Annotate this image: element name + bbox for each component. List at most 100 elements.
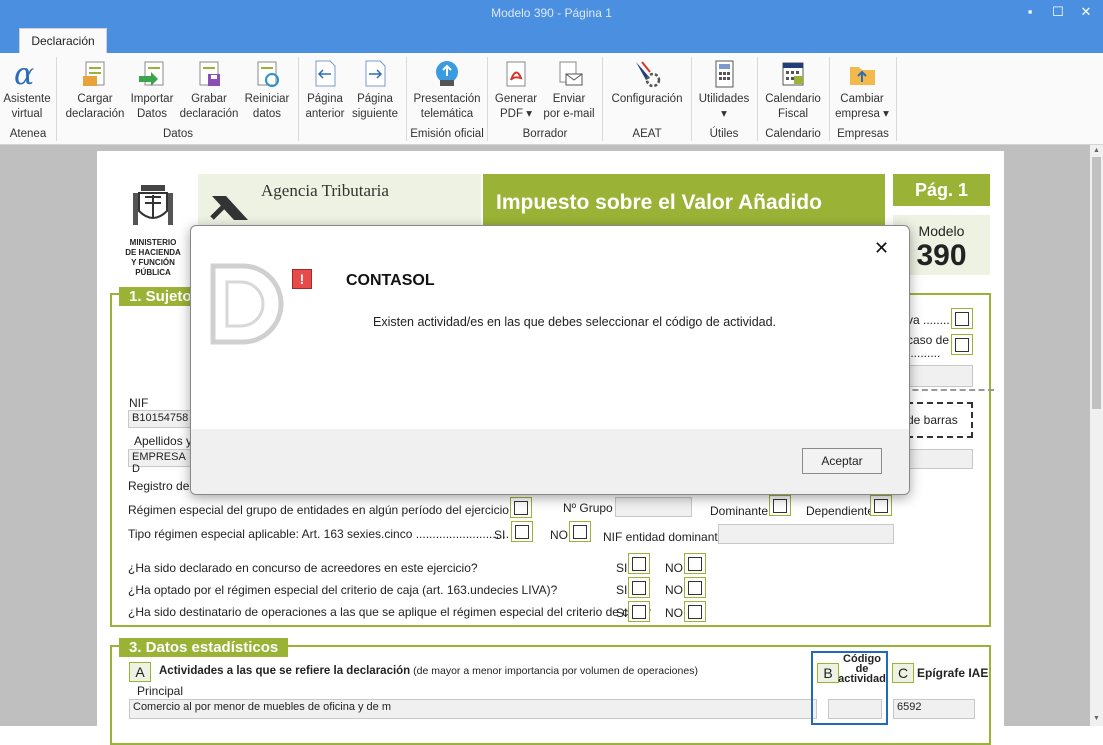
btn-label: Presentación: [413, 93, 481, 105]
calculator-icon: [709, 58, 739, 90]
apellidos-label: Apellidos y: [134, 434, 193, 448]
scrollbar-thumb[interactable]: [1092, 157, 1101, 409]
pagina-anterior-button[interactable]: Página anterior: [301, 58, 349, 122]
scroll-down-icon[interactable]: ▼: [1093, 715, 1100, 722]
grabar-declaracion-button[interactable]: Grabar declaración: [177, 58, 241, 122]
configuracion-button[interactable]: Configuración: [606, 58, 688, 107]
enviar-email-button[interactable]: Enviar por e-mail: [541, 58, 597, 122]
btn-label: Enviar: [552, 93, 586, 105]
close-icon[interactable]: ✕: [874, 238, 889, 259]
nif-dominante-field[interactable]: [718, 524, 894, 544]
btn-label: declaración: [65, 108, 125, 120]
group-label-utiles: Útiles: [709, 128, 739, 140]
group-label-calendario: Calendario: [765, 128, 821, 140]
reiniciar-datos-button[interactable]: Reiniciar datos: [242, 58, 292, 122]
cambiar-empresa-button[interactable]: Cambiar empresa ▾: [833, 58, 891, 122]
criterio-caja-si-checkbox[interactable]: [628, 577, 650, 598]
ministry-line: Y FUNCIÓN PÚBLICA: [131, 258, 175, 277]
activities-title: Actividades a las que se refiere la decl…: [159, 665, 411, 677]
separator: [298, 57, 299, 141]
dependiente-checkbox[interactable]: [870, 495, 892, 516]
ministry-label: MINISTERIO DE HACIENDA Y FUNCIÓN PÚBLICA: [113, 238, 193, 278]
right-fragment: caso de: [907, 333, 950, 347]
codigo-actividad-label: Código de actividad: [837, 654, 887, 685]
btn-label: datos: [252, 108, 282, 120]
concurso-no-checkbox[interactable]: [684, 553, 706, 574]
nif-label: NIF: [129, 396, 149, 410]
separator: [56, 57, 57, 141]
right-field[interactable]: [907, 449, 973, 469]
question-concurso: ¿Ha sido declarado en concurso de acreed…: [128, 561, 478, 575]
btn-label: Cambiar: [840, 93, 884, 105]
si-label: SI: [616, 606, 628, 620]
btn-label: declaración: [179, 108, 239, 120]
codigo-actividad-field[interactable]: [828, 699, 882, 719]
arrow-left-page-icon: [310, 58, 340, 90]
separator: [757, 57, 758, 141]
cloud-upload-icon: [432, 58, 462, 90]
n-grupo-field[interactable]: [615, 497, 692, 517]
nif-field[interactable]: B10154758: [128, 410, 191, 428]
activity-field[interactable]: Comercio al por menor de muebles de ofic…: [129, 699, 817, 719]
cargar-declaracion-button[interactable]: Cargar declaración: [63, 58, 127, 122]
email-icon: [554, 58, 584, 90]
letter-b: B: [817, 663, 839, 683]
agency-name: Agencia Tributaria: [261, 181, 389, 200]
separator: [406, 57, 407, 141]
right-field[interactable]: [907, 365, 973, 387]
btn-label: Fiscal: [777, 108, 809, 120]
checkbox-right-2[interactable]: [951, 334, 973, 355]
maximize-icon[interactable]: ☐: [1047, 3, 1069, 23]
close-window-icon[interactable]: ✕: [1075, 3, 1097, 23]
dominante-label: Dominante: [710, 504, 769, 518]
tab-declaracion[interactable]: Declaración: [19, 28, 107, 53]
save-icon: [194, 58, 224, 90]
concurso-si-checkbox[interactable]: [628, 553, 650, 574]
scroll-up-icon[interactable]: ▲: [1093, 147, 1100, 154]
vertical-scrollbar[interactable]: ▲ ▼: [1090, 145, 1103, 726]
minimize-icon[interactable]: ▪: [1019, 3, 1041, 23]
folder-upload-icon: [847, 58, 877, 90]
dominante-checkbox[interactable]: [769, 495, 791, 516]
asistente-virtual-button[interactable]: α Asistente virtual: [2, 57, 52, 122]
barcode-label: de barras: [907, 413, 958, 427]
separator: [602, 57, 603, 141]
title-bar: Modelo 390 - Página 1 ▪ ☐ ✕: [0, 0, 1103, 27]
checkbox-right-1[interactable]: [951, 308, 973, 329]
empresa-field[interactable]: EMPRESA D: [128, 449, 191, 475]
destinatario-no-checkbox[interactable]: [684, 601, 706, 622]
btn-label: Grabar: [191, 93, 227, 105]
group-label-empresas: Empresas: [837, 128, 889, 140]
btn-label: Configuración: [611, 93, 683, 105]
btn-label: Generar: [494, 93, 538, 105]
criterio-caja-no-checkbox[interactable]: [684, 577, 706, 598]
accept-button[interactable]: Aceptar: [802, 448, 882, 474]
calendar-icon: [778, 58, 808, 90]
group-label-aeat: AEAT: [632, 128, 662, 140]
agency-header: Agencia Tributaria: [198, 174, 481, 229]
ribbon: α Asistente virtual Cargar declaración Imp…: [0, 53, 1103, 145]
pagina-siguiente-button[interactable]: Página siguiente: [349, 58, 401, 122]
tax-title: Impuesto sobre el Valor Añadido: [496, 191, 822, 214]
regimen-grupo-checkbox[interactable]: [510, 497, 532, 518]
dashed-divider: [903, 389, 994, 391]
group-label-atenea: Atenea: [9, 128, 47, 140]
calendario-fiscal-button[interactable]: Calendario Fiscal: [760, 58, 826, 122]
aeat-logo-icon: [210, 196, 248, 220]
epigrafe-field[interactable]: 6592: [893, 699, 975, 719]
tipo-regimen-si-checkbox[interactable]: [511, 521, 533, 542]
tipo-regimen-no-checkbox[interactable]: [569, 521, 591, 542]
import-icon: [137, 58, 167, 90]
utilidades-button[interactable]: Utilidades ▾: [694, 58, 754, 122]
presentacion-telematica-button[interactable]: Presentación telemática: [410, 58, 484, 122]
importar-datos-button[interactable]: Importar Datos: [128, 58, 176, 122]
separator: [896, 57, 897, 141]
destinatario-si-checkbox[interactable]: [628, 601, 650, 622]
load-document-icon: [80, 58, 110, 90]
btn-label: Reiniciar: [244, 93, 290, 105]
reset-icon: [252, 58, 282, 90]
si-label: SI: [494, 528, 506, 542]
generar-pdf-button[interactable]: Generar PDF ▾: [491, 58, 541, 122]
atenea-alpha-icon: α: [12, 57, 42, 92]
epigrafe-label: Epígrafe IAE: [917, 666, 989, 680]
